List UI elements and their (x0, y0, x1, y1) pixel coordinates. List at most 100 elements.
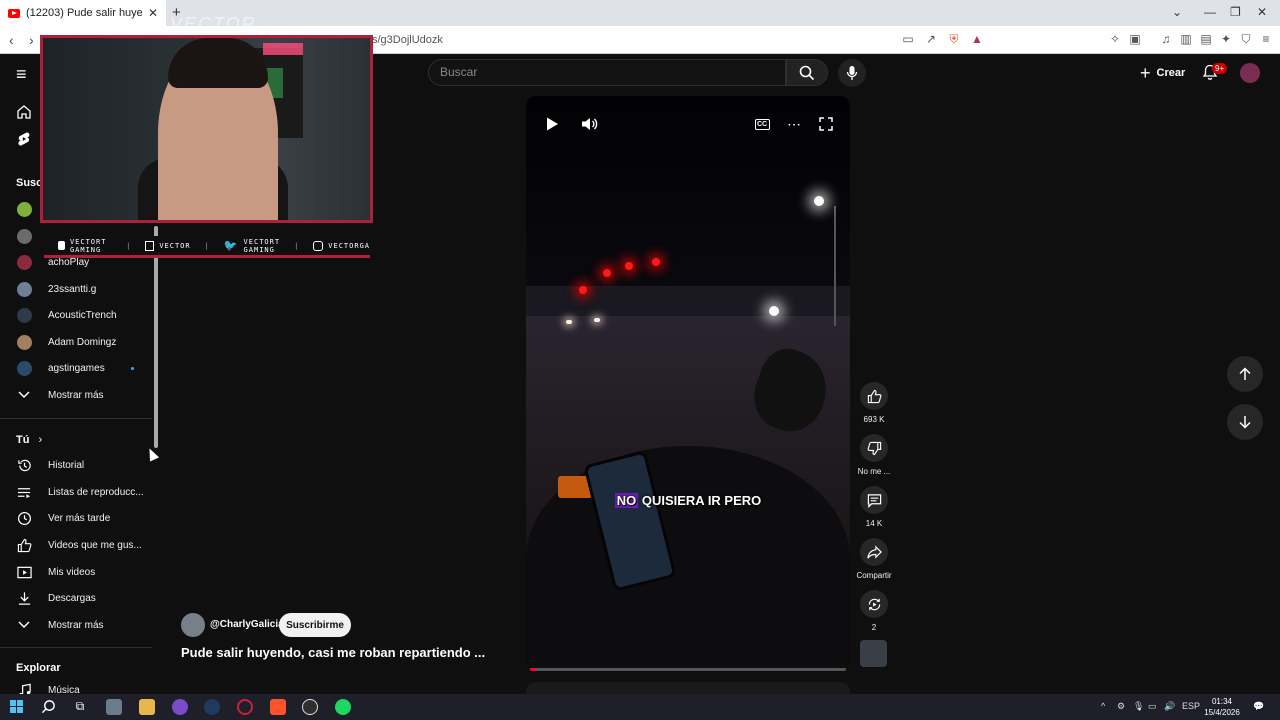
speaker-icon[interactable]: 🔊 (1164, 701, 1175, 712)
subscription-label: 23ssantti.g (48, 283, 97, 295)
tab-close-icon[interactable]: ✕ (148, 6, 158, 20)
sidebar-item-playlists[interactable]: Listas de reproducc... (16, 482, 156, 502)
video-progress-bar[interactable] (530, 668, 846, 671)
vpn-icon[interactable]: ⛉ (1239, 32, 1253, 46)
brand-watermark: VECTOR (170, 14, 257, 34)
volume-button[interactable] (581, 115, 599, 133)
fullscreen-button[interactable] (817, 115, 835, 133)
remix-button[interactable]: 2 (852, 590, 896, 632)
brave-app-icon[interactable] (270, 699, 286, 715)
comments-button[interactable]: 14 K (852, 486, 896, 528)
arrow-up-icon (1239, 367, 1251, 380)
obs-app-icon[interactable] (302, 699, 318, 715)
file-explorer-app-icon[interactable] (106, 699, 122, 715)
channel-name[interactable]: @CharlyGalicia (210, 619, 284, 630)
share-label: Compartir (856, 571, 892, 580)
browser-menu-icon[interactable]: ≡ (1259, 32, 1273, 46)
browser-tab[interactable]: (12203) Pude salir huyendo, casi ✕ (0, 0, 166, 26)
social-links-bar: VECTORT GAMING | VECTOR | 🐦 VECTORT GAMI… (44, 236, 370, 258)
microphone-icon (846, 66, 858, 80)
account-avatar[interactable] (1240, 63, 1260, 83)
wallet-icon[interactable]: ▤ (1199, 32, 1213, 46)
channel-avatar (16, 228, 32, 244)
sidebar-item-watch-later[interactable]: Ver más tarde (16, 508, 156, 528)
extensions-icon[interactable]: ✧ (1108, 32, 1122, 46)
url-field[interactable]: s/g3DojlUdozk (372, 34, 443, 46)
restore-icon[interactable]: ❐ (1230, 5, 1241, 19)
steam-app-icon[interactable] (204, 699, 220, 715)
thumbs-down-icon (860, 434, 888, 462)
subscription-item[interactable]: agstingames (16, 358, 156, 378)
notification-center-icon[interactable]: 💬 (1253, 701, 1264, 712)
brave-shield-icon[interactable]: ⛨ (947, 32, 961, 46)
next-short-preview[interactable] (526, 682, 850, 694)
close-window-icon[interactable]: ✕ (1257, 5, 1267, 19)
share-button[interactable]: Compartir (852, 538, 896, 580)
sidebar-item-label: Descargas (48, 592, 96, 604)
show-more-subscriptions[interactable]: Mostrar más (16, 385, 156, 405)
sidebar-item-label: Listas de reproducc... (48, 486, 144, 498)
task-view-icon[interactable]: ⧉ (72, 699, 88, 715)
sidebar-item-my-videos[interactable]: Mis videos (16, 562, 156, 582)
sidebar-item-history[interactable]: Historial (16, 455, 156, 475)
sidebar-toggle-icon[interactable]: ▥ (1179, 32, 1193, 46)
sound-thumbnail[interactable] (860, 640, 887, 667)
you-heading[interactable]: Tú › (16, 434, 42, 446)
hamburger-menu-icon[interactable]: ≡ (16, 64, 27, 85)
subscription-item[interactable]: Adam Domingz (16, 332, 156, 352)
chevron-down-icon (16, 387, 32, 403)
create-button[interactable]: + Crear (1134, 62, 1191, 84)
my-videos-icon (16, 564, 32, 580)
search-button[interactable] (786, 59, 828, 86)
thumbs-up-icon (16, 537, 32, 553)
forward-icon[interactable]: › (29, 32, 34, 48)
windows-start-icon[interactable] (10, 700, 23, 713)
discord-app-icon[interactable] (172, 699, 188, 715)
sidebar-item-downloads[interactable]: Descargas (16, 588, 156, 608)
captions-button[interactable]: CC (753, 115, 771, 133)
minimize-icon[interactable]: — (1204, 5, 1216, 19)
previous-short-button[interactable] (1227, 356, 1263, 392)
next-short-button[interactable] (1227, 404, 1263, 440)
shorts-video-player[interactable]: NO QUISIERA IR PERO CC ⋯ (526, 96, 850, 672)
video-title[interactable]: Pude salir huyendo, casi me roban repart… (181, 645, 485, 660)
cast-icon[interactable]: ▭ (901, 32, 915, 46)
leo-ai-icon[interactable]: ✦ (1219, 32, 1233, 46)
system-clock[interactable]: 01:34 15/4/2026 (1200, 696, 1244, 718)
channel-avatar[interactable] (181, 613, 205, 637)
sidebar-scrollbar[interactable] (154, 226, 158, 448)
folder-app-icon[interactable] (139, 699, 155, 715)
subscription-label: agstingames (48, 362, 105, 374)
brave-rewards-icon[interactable]: ▲ (970, 32, 984, 46)
show-more-you[interactable]: Mostrar más (16, 615, 156, 635)
tray-overflow-icon[interactable]: ^ (1101, 701, 1105, 711)
screenshot-icon[interactable]: ▣ (1128, 32, 1142, 46)
subscribe-button[interactable]: Suscribirme (279, 613, 351, 637)
media-icon[interactable]: ♫ (1159, 32, 1173, 46)
like-button[interactable]: 693 K (852, 382, 896, 424)
shorts-icon[interactable] (16, 131, 32, 147)
channel-avatar (16, 334, 32, 350)
play-button[interactable] (543, 115, 561, 133)
share-page-icon[interactable]: ↗ (924, 32, 938, 46)
tab-list-icon[interactable]: ⌄ (1172, 5, 1182, 19)
home-icon[interactable] (16, 104, 32, 120)
tray-app-icon[interactable]: ⚙ (1117, 701, 1125, 712)
search-input[interactable]: Buscar (428, 59, 786, 86)
back-icon[interactable]: ‹ (9, 32, 14, 48)
voice-search-button[interactable] (838, 59, 866, 87)
taskbar-search-icon[interactable] (41, 699, 56, 714)
spotify-app-icon[interactable] (335, 699, 351, 715)
subscriptions-heading[interactable]: Susc (16, 177, 42, 189)
subscription-item[interactable]: 23ssantti.g (16, 279, 156, 299)
tray-mic-icon[interactable]: 🎙 (1133, 701, 1144, 712)
social-label: VECTOR (159, 241, 191, 250)
sidebar-item-liked-videos[interactable]: Videos que me gus... (16, 535, 156, 555)
more-options-icon[interactable]: ⋯ (785, 115, 803, 133)
language-indicator[interactable]: ESP (1182, 701, 1200, 711)
opera-app-icon[interactable] (237, 699, 253, 715)
network-icon[interactable]: ▭ (1148, 701, 1157, 712)
subscription-item[interactable]: AcousticTrench (16, 305, 156, 325)
dislike-button[interactable]: No me ... (852, 434, 896, 476)
channel-avatar (16, 281, 32, 297)
